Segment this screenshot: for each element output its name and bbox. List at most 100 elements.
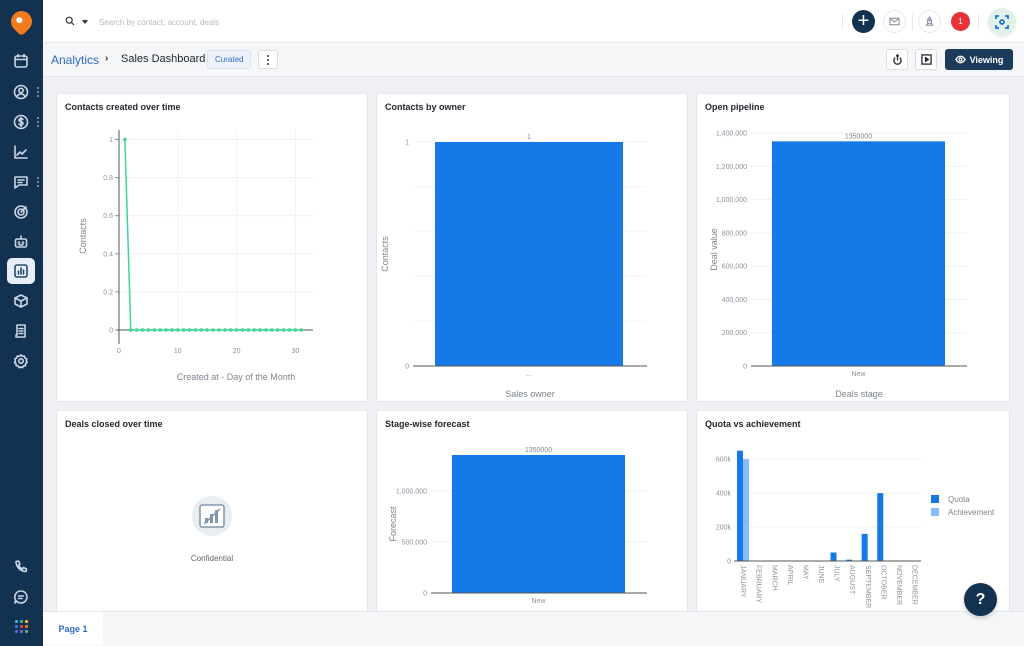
- y-tick-label: 200,000: [722, 330, 747, 337]
- add-button[interactable]: +: [852, 10, 875, 33]
- data-point: [275, 328, 280, 332]
- data-point: [205, 328, 209, 332]
- breadcrumb-analytics[interactable]: Analytics: [51, 53, 99, 67]
- y-tick-label: 0: [423, 591, 427, 598]
- bar-quota: [861, 533, 868, 561]
- y-tick-label: 400k: [716, 491, 732, 498]
- data-point: [128, 328, 133, 332]
- x-tick-label: MARCH: [770, 565, 777, 591]
- box-icon: [14, 294, 28, 308]
- sidebar-item-phone[interactable]: [7, 554, 35, 580]
- eye-icon: [954, 55, 966, 64]
- sidebar-item-documents[interactable]: [7, 318, 35, 344]
- open-pipeline-chart: 0 200,000 400,000 600,000 800,000 1,000,000 1,…: [709, 131, 967, 399]
- apps-grid-dot: [20, 625, 23, 628]
- confidential-placeholder: Confidential: [57, 496, 367, 563]
- gear-icon: [13, 354, 28, 369]
- sidebar-item-goals[interactable]: [7, 199, 35, 225]
- data-point: [181, 328, 186, 332]
- mail-button[interactable]: [883, 10, 906, 33]
- app-logo[interactable]: [6, 6, 37, 37]
- card-contacts-by-owner: Contacts by owner 0 1 1... Sales owner Conta…: [376, 93, 688, 402]
- contact-icon: [13, 84, 29, 100]
- apps-grid-dot: [15, 625, 18, 628]
- y-tick-label: 1,400,000: [716, 131, 747, 138]
- card-contacts-over-time: Contacts created over time 0 10 20 30 0 0.2 0.…: [56, 93, 368, 402]
- export-button[interactable]: [886, 49, 908, 70]
- app-root: + 1 Analytics › Sales Dashboard Curated …: [0, 0, 1024, 646]
- data-point: [223, 328, 227, 332]
- data-point: [187, 328, 192, 332]
- search-input[interactable]: [99, 12, 399, 32]
- y-tick-label: 400,000: [722, 297, 747, 304]
- x-tick-label: FEBRUARY: [755, 565, 762, 603]
- card-open-pipeline: Open pipeline 0 200,000 400,000 600,000 800,…: [696, 93, 1010, 402]
- help-button[interactable]: ?: [964, 583, 997, 616]
- data-point: [146, 328, 151, 332]
- search-scope-dropdown[interactable]: [82, 20, 88, 24]
- data-point: [158, 328, 162, 332]
- x-tick-label: JULY: [833, 565, 840, 582]
- data-point: [270, 328, 274, 332]
- dashboard-header: Analytics › Sales Dashboard Curated View…: [43, 43, 1024, 77]
- bar-achievement: [743, 459, 749, 561]
- series-line: [124, 139, 302, 331]
- apps-grid-dot: [20, 630, 23, 633]
- sidebar: [0, 0, 43, 646]
- sidebar-item-conversations[interactable]: [7, 169, 35, 195]
- y-tick-label: 500,000: [402, 539, 427, 546]
- sidebar-item-analytics[interactable]: [7, 258, 35, 284]
- x-tick-label: MAY: [801, 565, 808, 580]
- apps-grid-dot: [25, 630, 28, 633]
- legend-swatch: [931, 508, 939, 516]
- viewing-mode-button[interactable]: Viewing: [945, 49, 1013, 70]
- sidebar-item-calendar[interactable]: [7, 48, 35, 74]
- data-point: [123, 137, 127, 142]
- breadcrumb-separator: ›: [105, 53, 109, 64]
- bar-quota: [737, 450, 743, 561]
- sidebar-item-deals[interactable]: [7, 109, 35, 135]
- apps-grid-icon[interactable]: [15, 620, 28, 633]
- legend-swatch: [931, 495, 939, 503]
- apps-grid-dot: [20, 620, 23, 623]
- present-button[interactable]: [915, 49, 937, 70]
- data-point: [175, 328, 180, 332]
- y-tick-label: 0: [743, 364, 747, 371]
- x-tick-label: SEPTEMBER: [864, 565, 871, 608]
- search-icon[interactable]: [65, 16, 75, 26]
- notification-badge[interactable]: 1: [951, 12, 970, 31]
- page-tab-1[interactable]: Page 1: [43, 612, 103, 645]
- apps-grid-dot: [25, 625, 28, 628]
- x-tick-label: 0: [117, 348, 121, 355]
- sidebar-item-reports[interactable]: [7, 139, 35, 165]
- y-axis-title: Forecast: [388, 506, 398, 542]
- whats-new-button[interactable]: [918, 10, 941, 33]
- page-tabs-bar: Page 1: [43, 611, 1024, 646]
- sidebar-item-settings[interactable]: [7, 348, 35, 374]
- data-label: 1350000: [525, 447, 552, 454]
- bar-quota: [830, 552, 837, 561]
- stage-forecast-chart: 0 500,000 1,000,000 1350000 New Forecast: [388, 447, 647, 605]
- sidebar-item-bot[interactable]: [7, 229, 35, 255]
- sidebar-item-contacts[interactable]: [7, 79, 35, 105]
- viewing-label: Viewing: [969, 54, 1004, 65]
- y-tick-label: 0: [109, 328, 113, 335]
- scan-button[interactable]: [988, 8, 1016, 36]
- x-tick-label: 10: [174, 348, 182, 355]
- y-tick-label: 0: [727, 559, 731, 566]
- contacts-menu-dots[interactable]: [37, 87, 40, 97]
- contacts-line-chart: 0 10 20 30 0 0.2 0.4 0.6 0.8 1 Created at - Day of…: [78, 130, 313, 382]
- chat-icon: [14, 590, 28, 604]
- sidebar-item-products[interactable]: [7, 288, 35, 314]
- more-options-button[interactable]: [258, 50, 278, 69]
- data-point: [281, 328, 286, 332]
- sidebar-item-chat[interactable]: [7, 584, 35, 610]
- data-point: [228, 328, 233, 332]
- data-point: [234, 328, 239, 332]
- data-point: [217, 328, 221, 332]
- deals-menu-dots[interactable]: [37, 117, 40, 127]
- data-point: [293, 328, 298, 332]
- x-tick-label: 30: [291, 348, 299, 355]
- conversations-menu-dots[interactable]: [37, 177, 40, 187]
- y-axis-title: Contacts: [380, 236, 390, 272]
